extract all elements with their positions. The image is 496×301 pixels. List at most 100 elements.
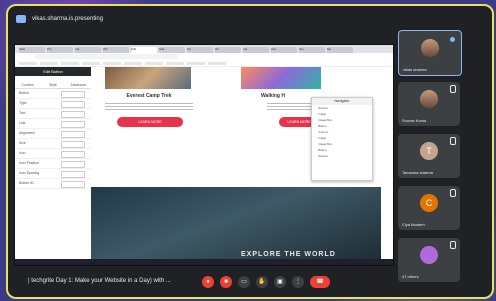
tab-content: Content: [21, 83, 34, 87]
bookmark: [208, 62, 226, 65]
meet-controls: | techgrite Day 1: Make your Website in …: [8, 269, 492, 297]
browser-tabbar: Web Pro Ind Wh Edit Stat My Gri Ind Ann Glo Mo: [15, 45, 393, 53]
card-image: [105, 67, 191, 89]
mic-muted-icon: [450, 137, 456, 145]
panel-control: Link: [15, 119, 91, 129]
bookmark: [145, 62, 163, 65]
captions-icon: ▭: [241, 279, 247, 285]
control-label: Icon Position: [19, 161, 40, 165]
participant-name: Tamanna sharma: [402, 170, 433, 175]
captions-button[interactable]: ▭: [238, 276, 250, 288]
control-label: Link: [19, 121, 26, 125]
avatar: C: [420, 194, 438, 212]
control-field: [61, 171, 85, 178]
control-label: Alignment: [19, 131, 35, 135]
control-field: [61, 151, 85, 158]
camera-off-icon: ■: [224, 279, 228, 285]
bookmark: [40, 62, 58, 65]
control-field: [61, 91, 85, 98]
navigator-tree: Section Image Image Box Button Column Image Im…: [312, 105, 372, 159]
avatar: T: [420, 142, 438, 160]
control-field: [61, 131, 85, 138]
mic-muted-icon: [450, 85, 456, 93]
participant-tile[interactable]: C Ciya Modern: [398, 186, 460, 230]
card-image: [241, 67, 321, 89]
mic-toggle-button[interactable]: ●: [202, 276, 214, 288]
panel-control: Icon Spacing: [15, 169, 91, 179]
end-call-button[interactable]: ☎: [310, 276, 330, 288]
panel-control: Alignment: [15, 129, 91, 139]
panel-tabs: Content Style Advanced: [15, 76, 91, 89]
shared-screen: Web Pro Ind Wh Edit Stat My Gri Ind Ann Glo Mo Edit…: [14, 44, 394, 266]
tab-advanced: Advanced: [70, 83, 87, 87]
hero-section: EXPLORE THE WORLD: [91, 187, 381, 265]
participant-name: Sourav Kuma: [402, 118, 427, 123]
control-label: Icon: [19, 151, 26, 155]
page-canvas: Everest Camp Trek LEARN MORE Walking H L…: [91, 67, 381, 265]
participant-tile[interactable]: Sourav Kuma: [398, 82, 460, 126]
present-icon: [16, 15, 26, 23]
participant-name: Ciya Modern: [402, 222, 425, 227]
participant-tile[interactable]: vikas sharma: [398, 30, 462, 76]
control-label: Button: [19, 91, 30, 95]
mic-muted-icon: [450, 241, 456, 249]
raise-hand-icon: ✋: [258, 279, 266, 285]
control-field: [61, 181, 85, 188]
control-label: Button ID: [19, 181, 34, 185]
panel-control: Icon Position: [15, 159, 91, 169]
participant-name: vikas sharma: [403, 67, 427, 72]
bookmark: [19, 62, 37, 65]
elementor-panel: Edit Button Content Style Advanced Butto…: [15, 67, 92, 265]
panel-control: Icon: [15, 149, 91, 159]
hero-title: EXPLORE THE WORLD: [241, 251, 336, 258]
mic-off-icon: ●: [206, 279, 210, 285]
avatar: [421, 39, 439, 57]
control-label: Type: [19, 101, 27, 105]
more-options-button[interactable]: ⋮: [292, 276, 304, 288]
control-field: [61, 101, 85, 108]
avatar: [420, 90, 438, 108]
card-text: [99, 101, 199, 111]
control-field: [61, 121, 85, 128]
raise-hand-button[interactable]: ✋: [256, 276, 268, 288]
panel-control: Text: [15, 109, 91, 119]
control-field: [61, 111, 85, 118]
presenting-banner: vikas.sharma.is.presenting: [16, 12, 103, 26]
present-button[interactable]: ▣: [274, 276, 286, 288]
control-label: Size: [19, 141, 26, 145]
bookmark: [187, 62, 205, 65]
avatar: [420, 246, 438, 264]
bookmark: [82, 62, 100, 65]
panel-control: Size: [15, 139, 91, 149]
control-field: [61, 141, 85, 148]
navigator-title: Navigator: [312, 98, 372, 105]
control-label: Icon Spacing: [19, 171, 40, 175]
learn-more-button: LEARN MORE: [117, 117, 183, 127]
participants-grid: vikas sharma Sourav Kuma T Tamanna sharma C C…: [398, 30, 492, 282]
panel-control: Type: [15, 99, 91, 109]
bookmark: [124, 62, 142, 65]
navigator-panel: Navigator Section Image Image Box Button Col…: [311, 97, 373, 181]
bookmark: [166, 62, 184, 65]
card-title: Everest Camp Trek: [126, 93, 172, 99]
tab-style: Style: [49, 83, 57, 87]
os-taskbar: [15, 259, 393, 265]
navigator-item: Section: [318, 154, 329, 158]
panel-title: Edit Button: [15, 67, 91, 76]
panel-control: Button ID: [15, 179, 91, 189]
mic-muted-icon: [450, 189, 456, 197]
panel-controls: Button Type Text Link Alignment Size Icon Icon …: [15, 89, 91, 189]
app-frame: vikas.sharma.is.presenting Web Pro Ind Wh Ed…: [0, 0, 496, 301]
url-field: [35, 54, 178, 59]
panel-control: Button: [15, 89, 91, 99]
presenting-label: vikas.sharma.is.presenting: [32, 16, 104, 22]
meeting-title: | techgrite Day 1: Make your Website in …: [28, 278, 171, 284]
bookmark: [61, 62, 79, 65]
more-options-icon: ⋮: [295, 279, 301, 285]
control-field: [61, 161, 85, 168]
end-call-icon: ☎: [316, 279, 324, 285]
control-label: Text: [19, 111, 26, 115]
audio-indicator-icon: [450, 37, 455, 42]
camera-toggle-button[interactable]: ■: [220, 276, 232, 288]
participant-tile[interactable]: T Tamanna sharma: [398, 134, 460, 178]
